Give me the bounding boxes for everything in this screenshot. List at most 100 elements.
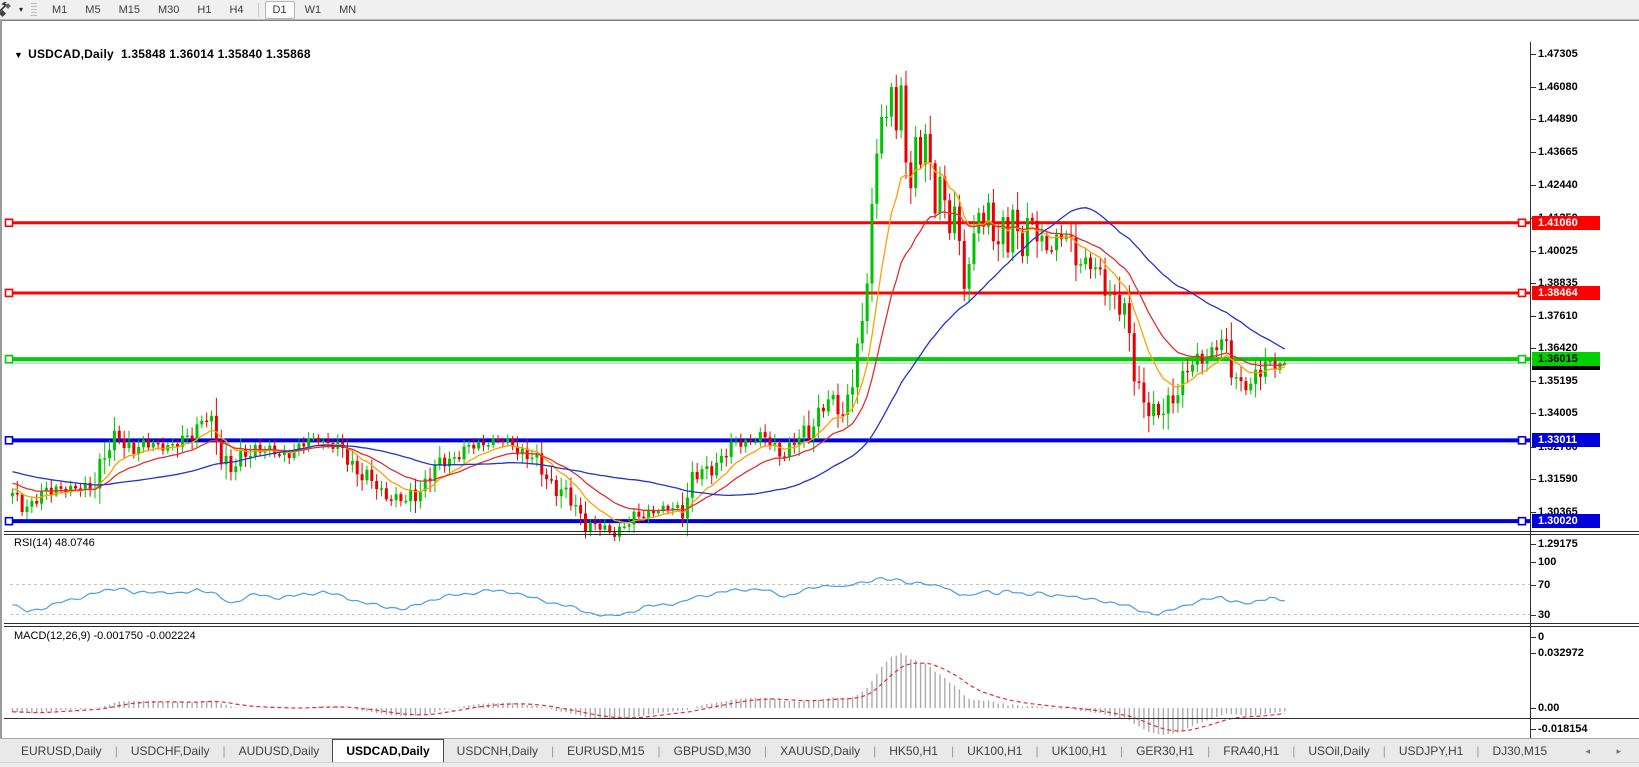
price-tick <box>1530 413 1536 414</box>
price-tick <box>1530 479 1536 480</box>
tab-usdcnh-daily[interactable]: USDCNH,Daily <box>444 741 551 762</box>
macd-label: MACD(12,26,9) -0.001750 -0.002224 <box>14 630 196 642</box>
timeframe-toolbar: ▾ M1 M5 M15 M30 H1 H4 D1 W1 MN <box>0 0 1639 20</box>
price-tick-label: 1.43665 <box>1538 146 1578 159</box>
price-tick-label: 1.46080 <box>1538 81 1578 94</box>
rsi-line <box>12 576 1285 617</box>
tab-usdjpy-h1[interactable]: USDJPY,H1 <box>1386 741 1476 762</box>
price-level-label: 1.36015 <box>1532 352 1600 367</box>
price-level-label: 1.30020 <box>1532 514 1600 529</box>
tab-fra40-h1[interactable]: FRA40,H1 <box>1210 741 1292 762</box>
line-drag-marker[interactable] <box>4 516 14 526</box>
price-tick-label: 1.47305 <box>1538 48 1578 60</box>
mt4-window: ▾ M1 M5 M15 M30 H1 H4 D1 W1 MN ▼ USDCAD,Daily 1.3… <box>0 0 1639 767</box>
timeframe-button-H4[interactable]: H4 <box>221 1 251 19</box>
tab-usdchf-daily[interactable]: USDCHF,Daily <box>118 741 223 762</box>
price-tick <box>1530 87 1536 88</box>
line-drag-marker[interactable] <box>4 288 14 298</box>
tab-xauusd-daily[interactable]: XAUUSD,Daily <box>767 741 873 762</box>
ohlc-open: 1.35848 <box>120 47 166 61</box>
line-drag-marker[interactable] <box>1517 288 1527 298</box>
price-tick <box>1530 54 1536 55</box>
chart-tabs: EURUSD,Daily | USDCHF,Daily | AUDUSD,Daily US… <box>8 739 1560 762</box>
rsi-tick-label: 70 <box>1538 578 1551 591</box>
tab-scroll-arrows[interactable]: ◂ ▸ <box>1585 746 1633 757</box>
rsi-tick <box>1530 562 1536 563</box>
panel-separator[interactable] <box>4 534 1639 535</box>
macd-tick <box>1530 653 1536 654</box>
macd-signal-line <box>12 662 1285 732</box>
line-drag-marker[interactable] <box>4 354 14 364</box>
price-axis-line <box>1530 42 1531 739</box>
line-drag-marker[interactable] <box>4 218 14 228</box>
price-tick <box>1530 152 1536 153</box>
price-tick <box>1530 348 1536 349</box>
line-drag-marker[interactable] <box>1517 516 1527 526</box>
tab-ger30-h1[interactable]: GER30,H1 <box>1123 741 1207 762</box>
rsi-tick <box>1530 585 1536 586</box>
moving-average-fast <box>12 161 1285 524</box>
tab-usdcad-daily[interactable]: USDCAD,Daily <box>332 739 444 762</box>
timeframe-button-M1[interactable]: M1 <box>44 1 75 19</box>
price-tick-label: 1.40025 <box>1538 244 1578 257</box>
line-drag-marker[interactable] <box>4 436 14 445</box>
line-drag-marker[interactable] <box>1517 436 1527 445</box>
tab-eurusd-m15[interactable]: EURUSD,M15 <box>554 741 657 762</box>
collapse-icon[interactable]: ▼ <box>14 50 23 60</box>
timeframe-button-M5[interactable]: M5 <box>77 1 108 19</box>
toolbar-grip-handle[interactable] <box>31 2 38 17</box>
price-tick <box>1530 316 1536 317</box>
panel-separator <box>4 718 1639 719</box>
timeframe-button-M15[interactable]: M15 <box>111 1 148 19</box>
line-drag-marker[interactable] <box>1517 218 1527 228</box>
tab-usoil-daily[interactable]: USOil,Daily <box>1295 741 1382 762</box>
panel-separator[interactable] <box>4 531 1639 532</box>
ohlc-high: 1.36014 <box>169 47 215 61</box>
price-tick <box>1530 512 1536 513</box>
candles <box>10 70 1287 542</box>
tab-gbpusd-m30[interactable]: GBPUSD,M30 <box>661 741 764 762</box>
timeframe-button-MN[interactable]: MN <box>331 1 364 19</box>
chart-tool-icon[interactable] <box>0 1 17 18</box>
tab-eurusd-daily[interactable]: EURUSD,Daily <box>8 741 115 762</box>
macd-tick-label: 0.00 <box>1538 702 1560 714</box>
price-tick <box>1530 544 1536 545</box>
price-tick-label: 1.31590 <box>1538 472 1578 485</box>
price-tick-label: 1.42440 <box>1538 179 1578 192</box>
timeframe-button-M30[interactable]: M30 <box>150 1 187 19</box>
macd-tick-label: 0.032972 <box>1538 647 1584 659</box>
status-strip <box>0 762 1639 767</box>
tab-hk50-h1[interactable]: HK50,H1 <box>876 741 951 762</box>
price-tick <box>1530 283 1536 284</box>
price-level-label: 1.38464 <box>1532 285 1600 300</box>
price-tick <box>1530 185 1536 186</box>
price-tick <box>1530 119 1536 120</box>
chart-tab-bar: EURUSD,Daily | USDCHF,Daily | AUDUSD,Daily US… <box>0 738 1639 762</box>
toolbar-separator <box>257 2 259 17</box>
tab-uk100-h1[interactable]: UK100,H1 <box>1039 741 1120 762</box>
line-drag-marker[interactable] <box>1517 354 1527 364</box>
macd-indicator-canvas[interactable] <box>2 647 1639 738</box>
price-level-label: 1.33011 <box>1532 433 1600 448</box>
panel-separator[interactable] <box>4 626 1639 627</box>
macd-histogram <box>11 653 1286 735</box>
chart-title: ▼ USDCAD,Daily 1.35848 1.36014 1.35840 1.… <box>14 47 311 61</box>
timeframe-button-D1[interactable]: D1 <box>264 0 295 19</box>
chart-symbol: USDCAD,Daily <box>28 47 114 61</box>
timeframe-button-H1[interactable]: H1 <box>189 1 219 19</box>
rsi-tick <box>1530 615 1536 616</box>
macd-tick-label: -0.018154 <box>1538 723 1588 735</box>
main-price-chart-canvas[interactable] <box>2 42 1639 551</box>
timeframe-button-W1[interactable]: W1 <box>297 1 330 19</box>
price-tick <box>1530 251 1536 252</box>
tab-dj30-m15[interactable]: DJ30,M15 <box>1479 741 1560 762</box>
panel-separator[interactable] <box>4 623 1639 624</box>
tab-audusd-daily[interactable]: AUDUSD,Daily <box>226 741 333 762</box>
price-tick-label: 1.29175 <box>1538 538 1578 550</box>
tab-uk100-h1[interactable]: UK100,H1 <box>954 741 1035 762</box>
tool-dropdown-icon[interactable]: ▾ <box>19 5 23 14</box>
moving-average-slow <box>12 207 1286 497</box>
rsi-label: RSI(14) 48.0746 <box>14 537 95 549</box>
price-tick <box>1530 381 1536 382</box>
rsi-indicator-canvas[interactable] <box>2 555 1639 643</box>
